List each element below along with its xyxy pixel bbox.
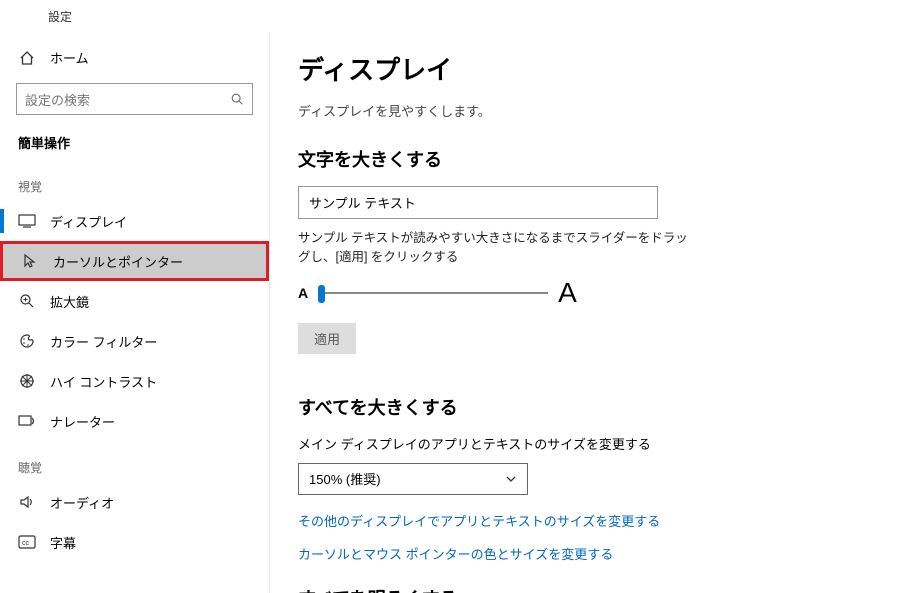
home-label: ホーム [50,48,89,67]
scale-selected-value: 150% (推奨) [309,469,381,488]
nav-item-highcontrast[interactable]: ハイ コントラスト [0,361,269,401]
cursor-icon [21,252,39,270]
palette-icon [18,332,36,350]
category-label: 簡単操作 [0,125,269,160]
contrast-icon [18,372,36,390]
search-placeholder: 設定の検索 [25,90,90,109]
section-vision-label: 視覚 [0,160,269,201]
nav-item-audio[interactable]: オーディオ [0,482,269,522]
main-area: ホーム 設定の検索 簡単操作 視覚 ディスプレイ カーソルとポインター [0,32,900,593]
scale-select[interactable]: 150% (推奨) [298,463,528,495]
nav-label: ナレーター [50,412,115,431]
page-title: ディスプレイ [298,50,872,87]
home-icon [18,49,36,67]
chevron-down-icon [505,473,517,485]
nav-item-narrator[interactable]: ナレーター [0,401,269,441]
textsize-hint: サンプル テキストが読みやすい大きさになるまでスライダーをドラッグし、[適用] … [298,229,698,267]
nav-item-magnifier[interactable]: 拡大鏡 [0,281,269,321]
apply-button[interactable]: 適用 [298,323,356,354]
nav-label: 拡大鏡 [50,292,89,311]
audio-icon [18,493,36,511]
nav-item-colorfilter[interactable]: カラー フィルター [0,321,269,361]
link-other-displays[interactable]: その他のディスプレイでアプリとテキストのサイズを変更する [298,511,872,530]
section-brightness-title: すべてを明るくする [298,585,872,593]
nav-label: オーディオ [50,493,114,512]
home-button[interactable]: ホーム [0,38,269,77]
sidebar: ホーム 設定の検索 簡単操作 視覚 ディスプレイ カーソルとポインター [0,32,270,593]
link-cursor-settings[interactable]: カーソルとマウス ポインターの色とサイズを変更する [298,544,872,563]
window-titlebar: 設定 [0,0,900,32]
nav-list-vision: ディスプレイ カーソルとポインター 拡大鏡 カラー フィルター [0,201,269,441]
scaleall-sub: メイン ディスプレイのアプリとテキストのサイズを変更する [298,434,872,453]
slider-thumb[interactable] [318,285,325,303]
textsize-slider-row: A A [298,277,872,309]
section-scaleall-title: すべてを大きくする [298,394,872,420]
nav-list-hearing: オーディオ cc 字幕 [0,482,269,562]
nav-label: カラー フィルター [50,332,157,351]
slider-min-label: A [298,285,308,301]
content-area: ディスプレイ ディスプレイを見やすくします。 文字を大きくする サンプル テキス… [270,32,900,593]
window-title: 設定 [48,8,72,25]
search-icon [230,92,244,106]
captions-icon: cc [18,533,36,551]
nav-label: カーソルとポインター [53,252,183,271]
sample-text-box: サンプル テキスト [298,186,658,219]
nav-item-captions[interactable]: cc 字幕 [0,522,269,562]
monitor-icon [18,212,36,230]
svg-text:cc: cc [22,540,30,547]
narrator-icon [18,412,36,430]
nav-label: ディスプレイ [50,212,127,231]
nav-label: 字幕 [50,533,76,552]
section-hearing-label: 聴覚 [0,441,269,482]
textsize-slider[interactable] [318,292,548,294]
slider-max-label: A [558,277,577,309]
search-input[interactable]: 設定の検索 [16,83,253,115]
nav-label: ハイ コントラスト [50,372,157,391]
nav-item-cursor[interactable]: カーソルとポインター [0,241,269,281]
page-desc: ディスプレイを見やすくします。 [298,101,872,120]
section-textsize-title: 文字を大きくする [298,146,872,172]
nav-item-display[interactable]: ディスプレイ [0,201,269,241]
magnifier-icon [18,292,36,310]
